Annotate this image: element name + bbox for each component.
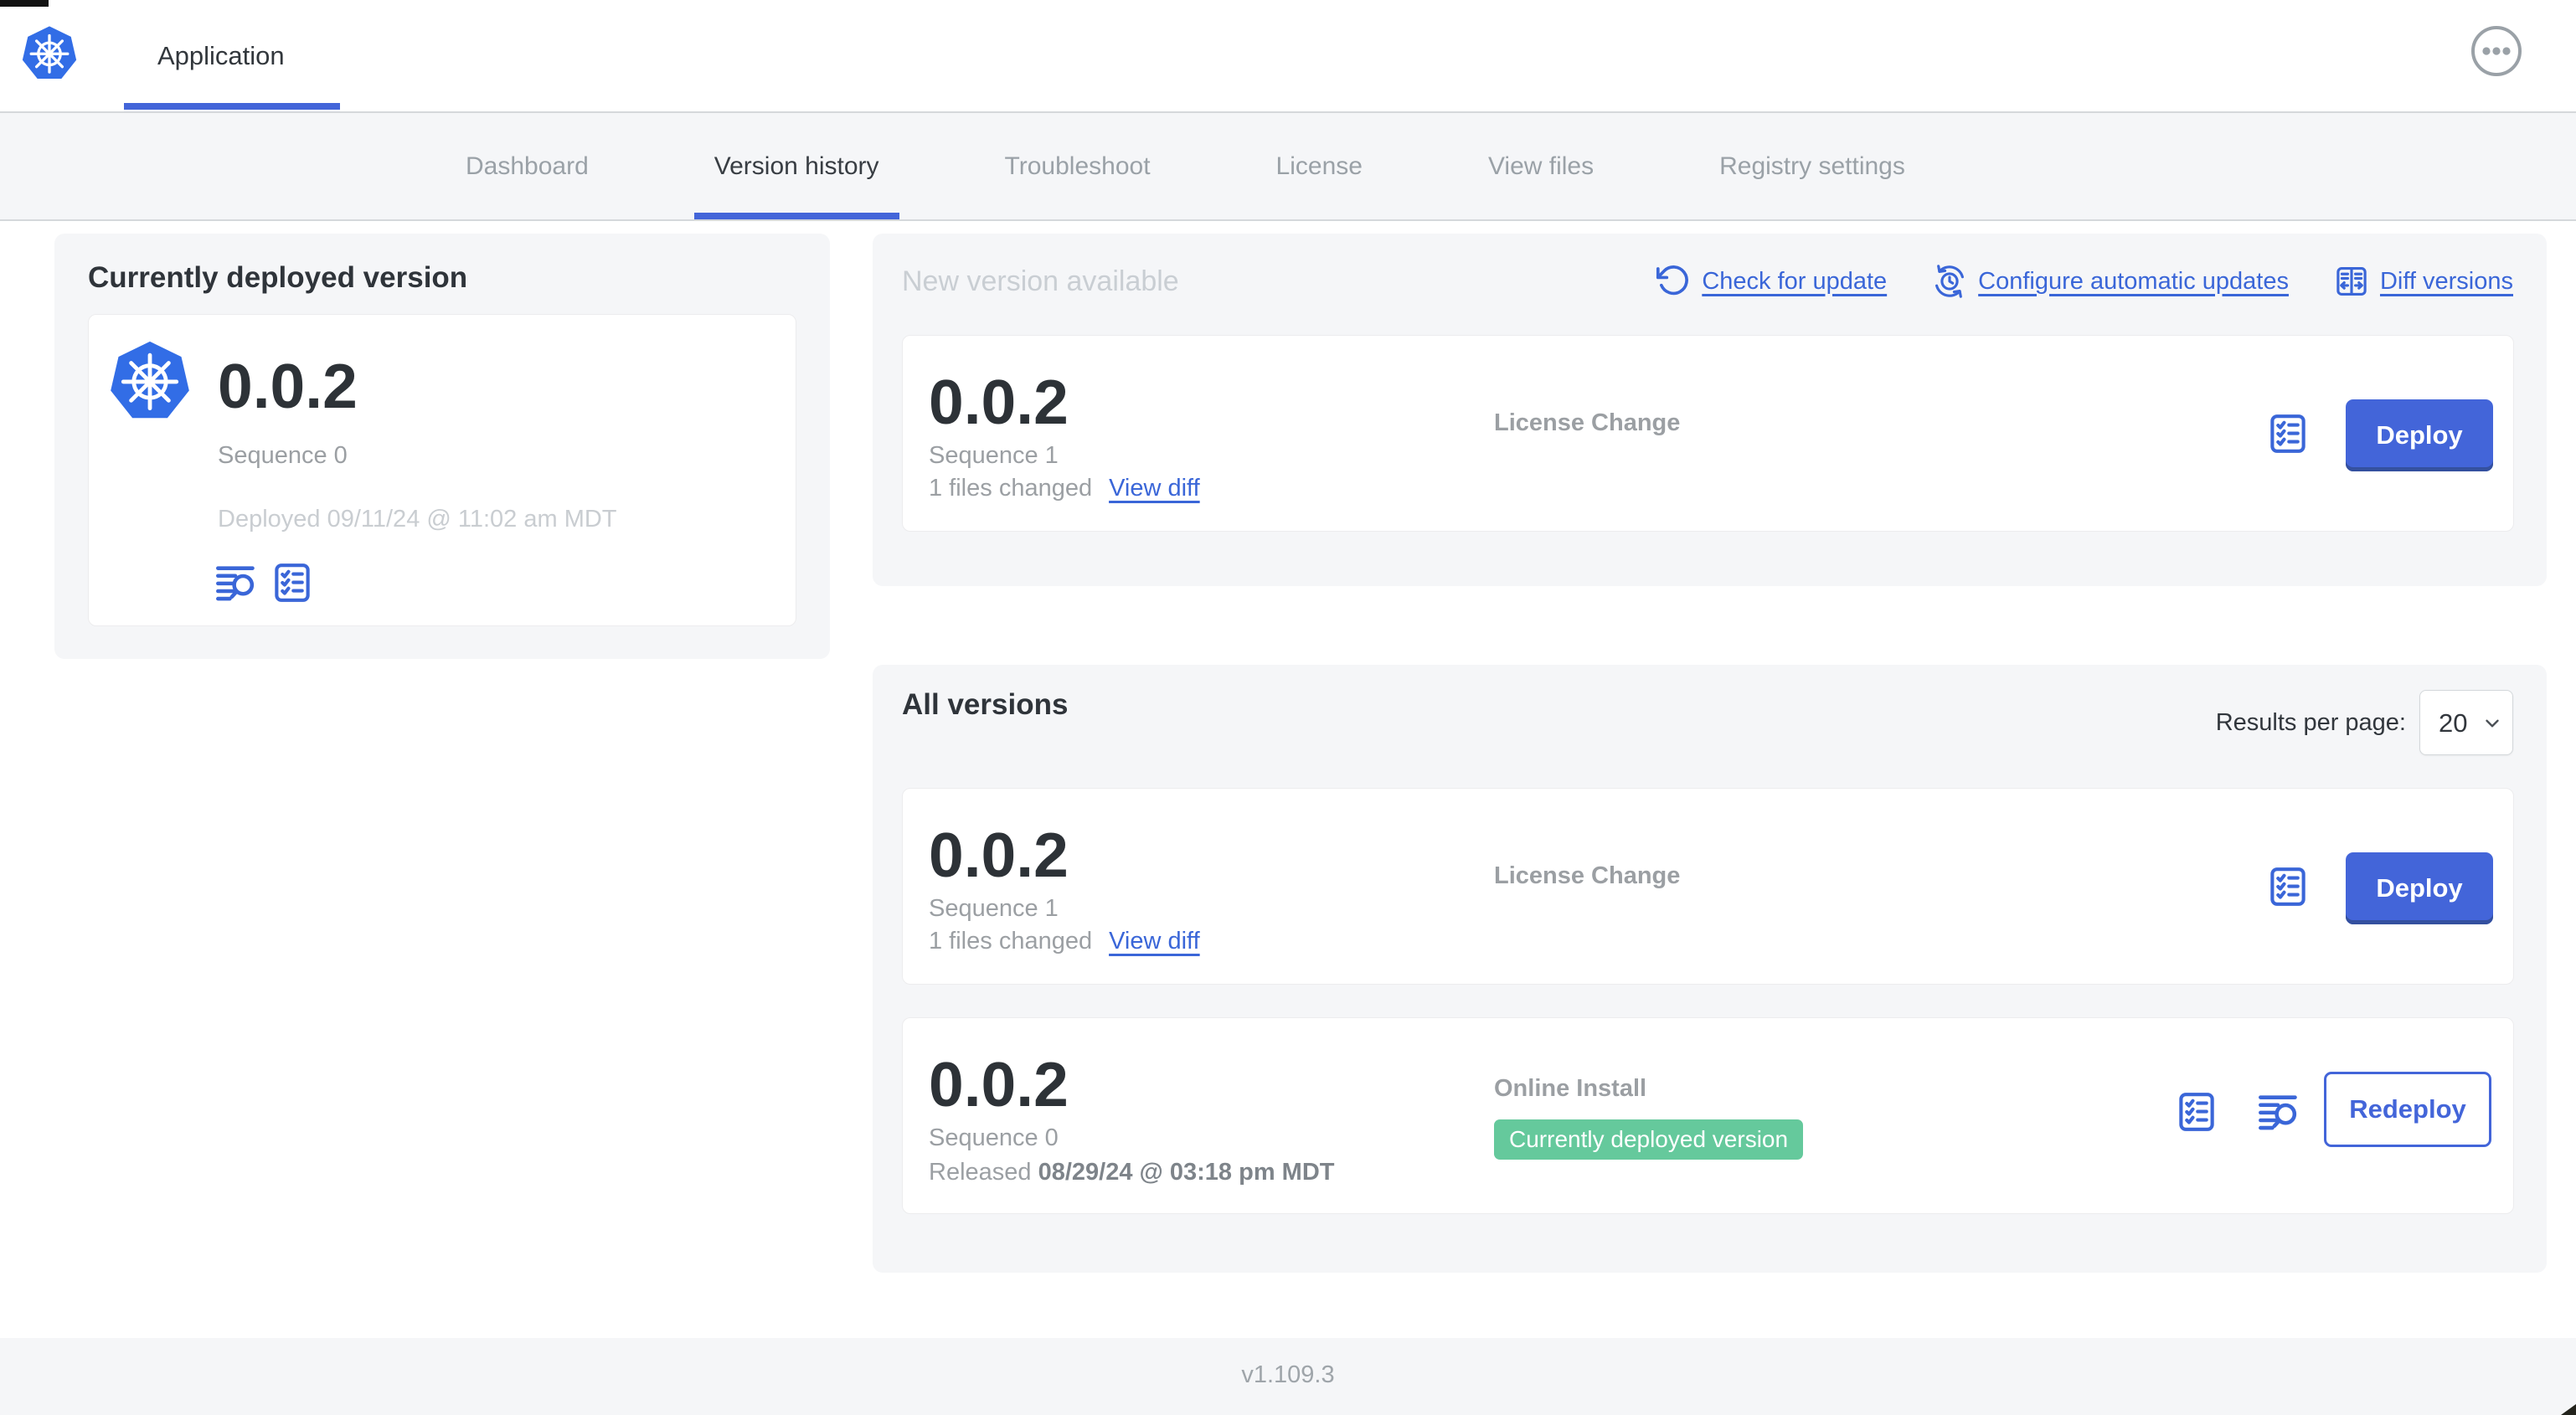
tab-dashboard[interactable]: Dashboard	[446, 113, 609, 219]
version-source: License Change	[1494, 409, 1681, 436]
version-source: Online Install	[1494, 1075, 1647, 1102]
view-diff-link[interactable]: View diff	[1109, 475, 1200, 502]
tab-registry-settings[interactable]: Registry settings	[1699, 113, 1925, 219]
all-versions-title: All versions	[902, 688, 1069, 721]
kots-admin-console: Application Dashboard Version history Tr…	[0, 0, 2576, 1415]
tab-troubleshoot[interactable]: Troubleshoot	[985, 113, 1171, 219]
preflight-checklist-icon	[2270, 414, 2306, 453]
deployed-version-number: 0.0.2	[218, 351, 358, 421]
tab-license[interactable]: License	[1256, 113, 1383, 219]
all-versions-panel: All versions Results per page: 20 0.0.2 …	[873, 665, 2547, 1273]
files-changed-row: 1 files changed View diff	[929, 475, 1200, 502]
version-sequence: Sequence 1	[929, 442, 1059, 469]
release-notes-button[interactable]	[2257, 1090, 2300, 1136]
release-notes-button[interactable]	[214, 561, 258, 607]
results-per-page-label: Results per page:	[2215, 708, 2406, 736]
version-number: 0.0.2	[929, 367, 1069, 437]
deployed-card-actions	[214, 561, 314, 607]
app-tab[interactable]: Application	[124, 0, 340, 111]
kubernetes-logo-icon	[22, 26, 77, 80]
kubernetes-logo-icon	[111, 341, 189, 419]
new-version-panel: New version available Check for update C…	[873, 234, 2547, 586]
app-tab-label: Application	[157, 40, 285, 70]
check-for-update-link[interactable]: Check for update	[1656, 264, 1887, 299]
currently-deployed-card: 0.0.2 Sequence 0 Deployed 09/11/24 @ 11:…	[88, 314, 796, 626]
version-number: 0.0.2	[929, 1049, 1069, 1119]
deployed-sequence: Sequence 0	[218, 442, 348, 469]
currently-deployed-panel: Currently deployed version 0.0.2 Sequenc…	[54, 234, 830, 659]
new-version-actions: Check for update Configure automatic upd…	[1656, 264, 2513, 299]
preflight-checks-button[interactable]	[2175, 1090, 2218, 1136]
version-sequence: Sequence 0	[929, 1124, 1059, 1151]
files-changed-label: 1 files changed	[929, 475, 1093, 502]
released-date: 08/29/24 @ 03:18 pm MDT	[1038, 1159, 1335, 1186]
footer: v1.109.3	[0, 1338, 2576, 1415]
diff-versions-icon	[2336, 267, 2367, 296]
deploy-button[interactable]: Deploy	[2346, 852, 2493, 924]
results-per-page-control: Results per page: 20	[2216, 690, 2513, 755]
new-version-title: New version available	[902, 265, 1179, 297]
overflow-menu-button[interactable]	[2470, 25, 2522, 77]
check-update-icon	[1656, 265, 1689, 296]
diff-versions-link[interactable]: Diff versions	[2334, 264, 2513, 299]
preflight-checklist-icon	[275, 563, 310, 602]
view-diff-link[interactable]: View diff	[1109, 928, 1200, 955]
preflight-checks-button[interactable]	[2266, 865, 2310, 911]
configure-automatic-updates-label: Configure automatic updates	[1978, 267, 2289, 295]
tab-view-files[interactable]: View files	[1468, 113, 1614, 219]
screen-artifact	[0, 0, 49, 7]
tab-version-history[interactable]: Version history	[693, 113, 899, 219]
diff-versions-label: Diff versions	[2379, 267, 2513, 295]
version-row-sequence-1: 0.0.2 Sequence 1 1 files changed View di…	[902, 788, 2514, 985]
version-number: 0.0.2	[929, 820, 1069, 890]
deployed-timestamp: Deployed 09/11/24 @ 11:02 am MDT	[218, 506, 617, 533]
version-source: License Change	[1494, 862, 1681, 889]
released-prefix: Released	[929, 1159, 1032, 1186]
files-changed-row: 1 files changed View diff	[929, 928, 1200, 955]
deploy-button[interactable]: Deploy	[2346, 399, 2493, 471]
preflight-checks-button[interactable]	[270, 561, 314, 607]
files-changed-label: 1 files changed	[929, 928, 1093, 954]
currently-deployed-title: Currently deployed version	[88, 261, 468, 294]
release-notes-icon	[2259, 1095, 2297, 1130]
ellipsis-circle-icon	[2471, 26, 2522, 76]
preflight-checklist-icon	[2270, 867, 2306, 906]
check-for-update-label: Check for update	[1702, 267, 1888, 295]
version-row-sequence-0: 0.0.2 Sequence 0 Released 08/29/24 @ 03:…	[902, 1017, 2514, 1214]
preflight-checks-button[interactable]	[2266, 412, 2310, 458]
preflight-checklist-icon	[2179, 1093, 2214, 1131]
top-bar: Application	[0, 0, 2576, 113]
app-tab-active-underline	[124, 103, 340, 110]
results-per-page-select[interactable]: 20	[2419, 690, 2513, 755]
currently-deployed-badge: Currently deployed version	[1494, 1119, 1804, 1160]
console-version: v1.109.3	[1241, 1361, 1335, 1388]
app-subnav: Dashboard Version history Troubleshoot L…	[0, 113, 2576, 221]
configure-automatic-updates-link[interactable]: Configure automatic updates	[1932, 264, 2289, 299]
new-version-card: 0.0.2 Sequence 1 1 files changed View di…	[902, 335, 2514, 532]
release-notes-icon	[216, 566, 255, 601]
version-sequence: Sequence 1	[929, 895, 1059, 922]
automatic-updates-icon	[1935, 265, 1965, 298]
released-timestamp: Released 08/29/24 @ 03:18 pm MDT	[929, 1159, 1334, 1186]
redeploy-button[interactable]: Redeploy	[2324, 1072, 2491, 1147]
